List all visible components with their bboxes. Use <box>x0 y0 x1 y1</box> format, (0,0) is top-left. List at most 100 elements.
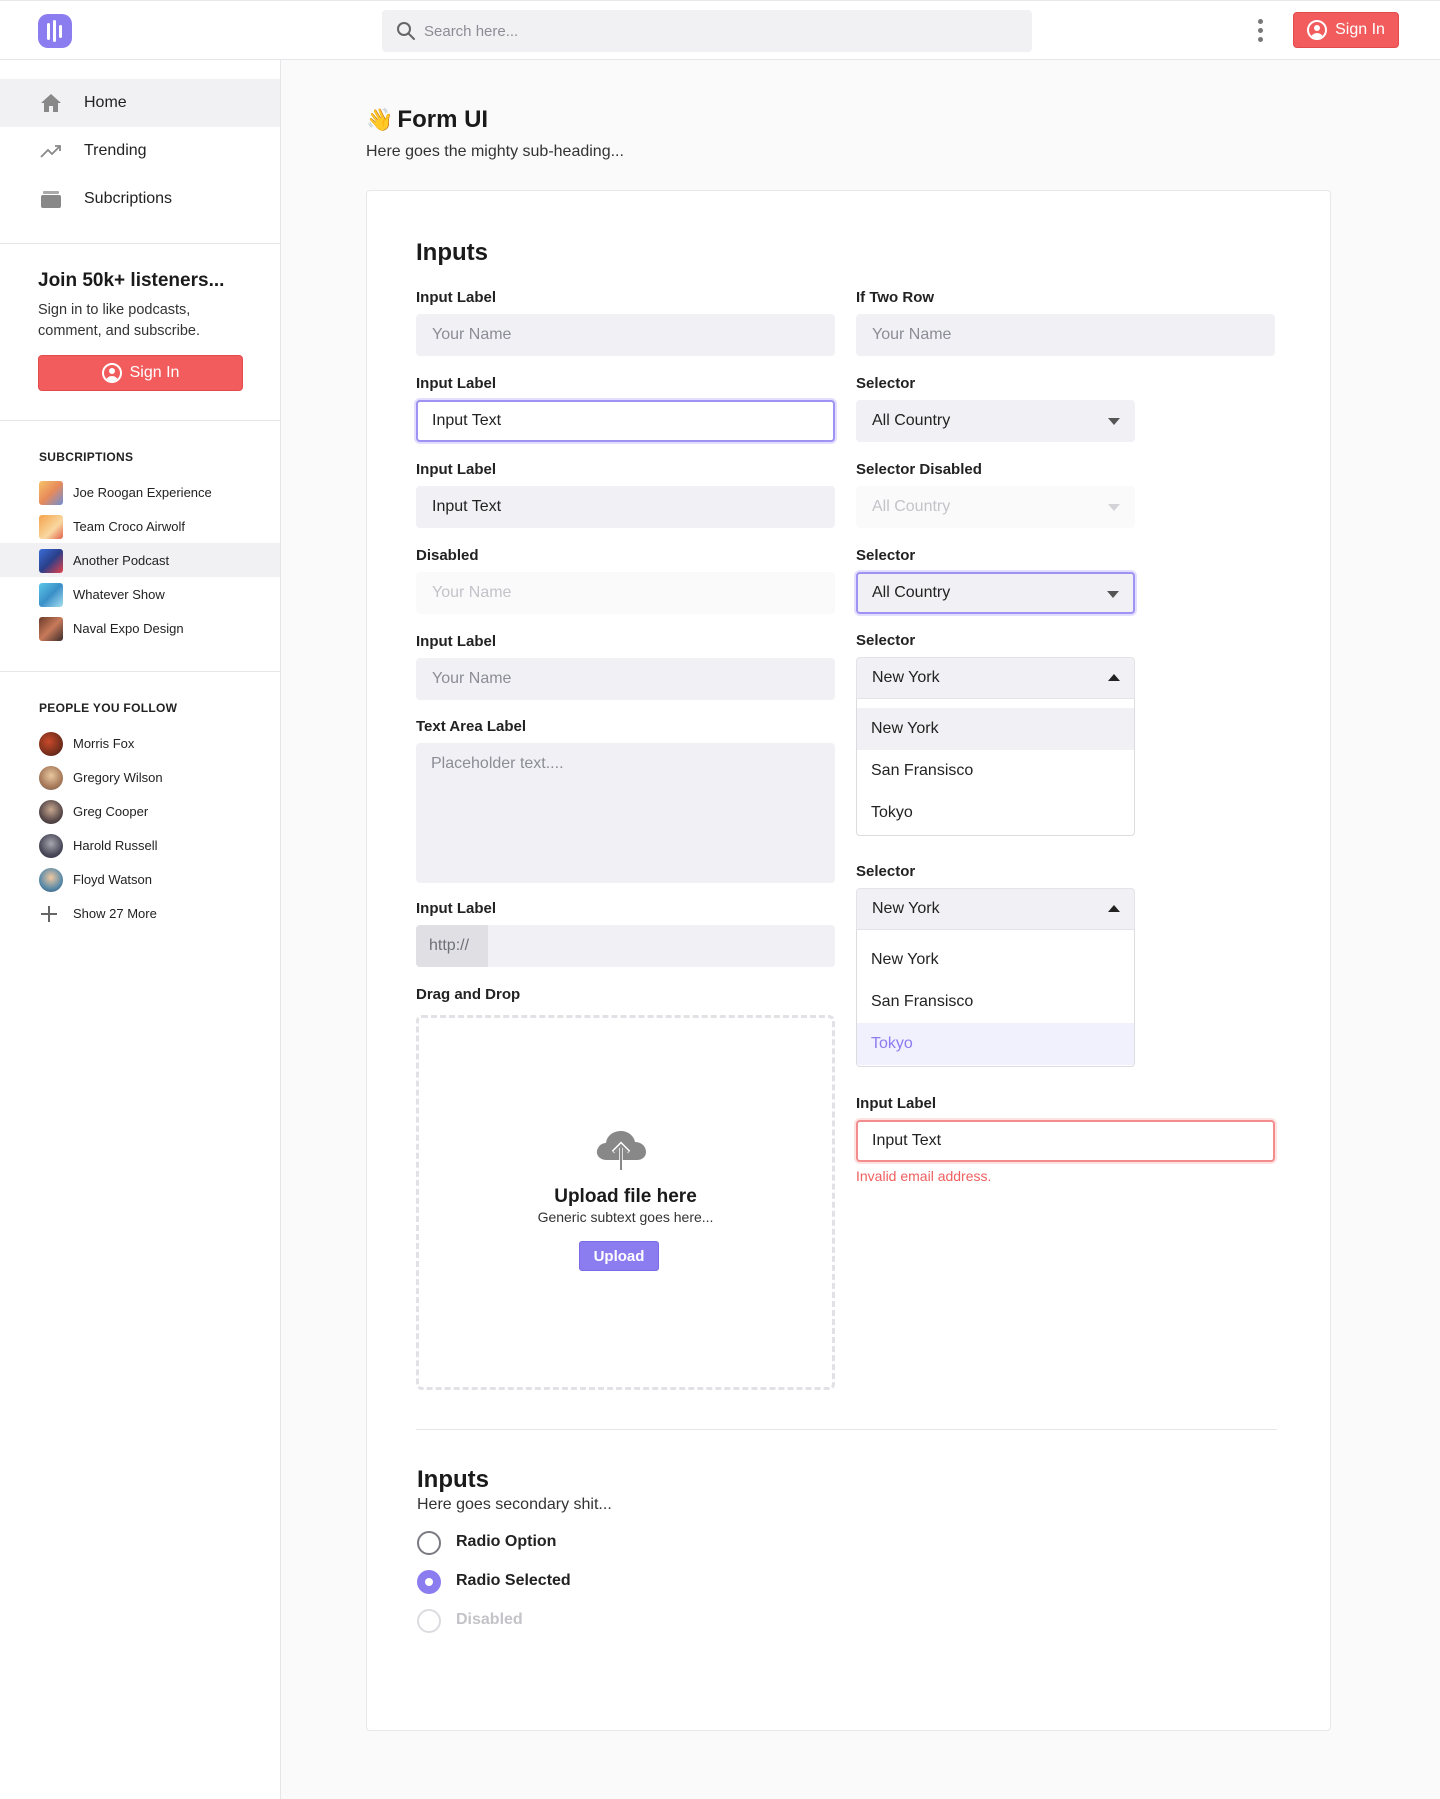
country-selector[interactable]: All Country <box>856 400 1135 442</box>
sidebar-divider <box>0 671 280 672</box>
textarea-label: Text Area Label <box>416 718 527 735</box>
subscription-item[interactable]: Whatever Show <box>0 577 280 611</box>
page-subtitle: Here goes the mighty sub-heading... <box>366 143 624 160</box>
person-label: Gregory Wilson <box>73 769 163 785</box>
disabled-input <box>416 572 835 614</box>
input-label: Input Label <box>856 1095 936 1112</box>
sidebar-item-subscriptions[interactable]: Subcriptions <box>0 175 280 223</box>
header-signin-label: Sign In <box>1335 21 1385 38</box>
app-logo[interactable] <box>38 14 72 48</box>
user-icon <box>101 363 122 383</box>
url-input-group: http:// <box>416 925 835 967</box>
page-title-text: Form UI <box>397 106 489 133</box>
chevron-down-icon <box>1108 418 1120 425</box>
podcast-thumbnail <box>39 549 63 573</box>
show-more-label: Show 27 More <box>73 905 157 921</box>
selector-label: Selector <box>856 863 916 880</box>
url-input[interactable] <box>488 925 834 967</box>
avatar <box>39 868 63 892</box>
subscription-item[interactable]: Naval Expo Design <box>0 611 280 645</box>
header-signin-button[interactable]: Sign In <box>1293 12 1399 48</box>
section-title: Inputs <box>416 239 488 266</box>
selector-value: All Country <box>872 584 951 601</box>
city-selector-open-2[interactable]: New York <box>856 888 1135 930</box>
input-label: Input Label <box>416 900 496 917</box>
avatar <box>39 732 63 756</box>
text-area[interactable] <box>416 743 835 883</box>
avatar <box>39 800 63 824</box>
city-selector-open[interactable]: New York <box>856 657 1135 699</box>
input-label: Input Label <box>416 375 496 392</box>
sidebar-item-label: Home <box>84 94 127 111</box>
input-label: Disabled <box>416 547 479 564</box>
second-row-name-input[interactable] <box>856 314 1275 356</box>
chevron-down-icon <box>1108 504 1120 511</box>
error-text-input[interactable] <box>856 1120 1275 1162</box>
focused-text-input[interactable] <box>416 400 835 442</box>
people-heading: PEOPLE YOU FOLLOW <box>39 701 178 715</box>
person-item[interactable]: Harold Russell <box>0 828 280 862</box>
subscription-label: Another Podcast <box>73 552 170 568</box>
subscription-item[interactable]: Team Croco Airwolf <box>0 509 280 543</box>
form-card: Inputs Input Label Input Label Input Lab… <box>366 190 1331 1731</box>
podcast-thumbnail <box>39 583 63 607</box>
input-label: Input Label <box>416 633 496 650</box>
sidebar: Home Trending Subcriptions Join 50k+ lis… <box>0 60 281 1799</box>
join-text: Sign in to like podcasts, comment, and s… <box>38 302 200 339</box>
person-item[interactable]: Gregory Wilson <box>0 760 280 794</box>
name-input[interactable] <box>416 314 835 356</box>
selector-label: Selector <box>856 632 916 649</box>
selector-label: Selector Disabled <box>856 461 982 478</box>
upload-subtext: Generic subtext goes here... <box>537 1209 714 1225</box>
sidebar-item-home[interactable]: Home <box>0 79 280 127</box>
dropdown-option[interactable]: New York <box>857 708 1134 750</box>
podcast-thumbnail <box>39 617 63 641</box>
dnd-label: Drag and Drop <box>416 986 521 1003</box>
subscription-item[interactable]: Joe Roogan Experience <box>0 475 280 509</box>
waving-hand-icon: 👋 <box>366 107 394 132</box>
person-item[interactable]: Morris Fox <box>0 726 280 760</box>
country-selector-focused[interactable]: All Country <box>856 572 1135 614</box>
url-prefix: http:// <box>416 925 488 967</box>
podcast-thumbnail <box>39 515 63 539</box>
person-label: Floyd Watson <box>73 871 152 887</box>
drag-drop-zone[interactable]: Upload file here Generic subtext goes he… <box>416 1015 835 1390</box>
sidebar-signin-label: Sign In <box>129 364 180 381</box>
search-input[interactable] <box>424 10 1014 52</box>
selector-value: New York <box>872 900 940 917</box>
city-dropdown-2: New York San Fransisco Tokyo <box>856 930 1135 1067</box>
person-label: Harold Russell <box>73 837 158 853</box>
search-bar[interactable] <box>382 10 1032 52</box>
radio-label: Radio Selected <box>456 1572 571 1589</box>
section-subtitle: Here goes secondary shit... <box>417 1496 612 1513</box>
section-title: Inputs <box>417 1466 489 1493</box>
subscription-label: Joe Roogan Experience <box>73 484 212 500</box>
sidebar-item-label: Subcriptions <box>84 190 173 207</box>
radio-selected[interactable] <box>417 1570 441 1594</box>
person-item[interactable]: Floyd Watson <box>0 862 280 896</box>
show-more-button[interactable]: Show 27 More <box>0 896 280 930</box>
dropdown-option-selected[interactable]: Tokyo <box>857 1023 1134 1065</box>
dropdown-option[interactable]: Tokyo <box>857 792 1134 834</box>
dropdown-option[interactable]: San Fransisco <box>857 750 1134 792</box>
input-label: Input Label <box>416 289 496 306</box>
selector-value: All Country <box>872 412 951 429</box>
subscription-item[interactable]: Another Podcast <box>0 543 280 577</box>
upload-title: Upload file here <box>554 1186 697 1207</box>
country-selector-disabled: All Country <box>856 486 1135 528</box>
radio-label: Radio Option <box>456 1533 557 1550</box>
chevron-up-icon <box>1108 905 1120 912</box>
dropdown-option[interactable]: New York <box>857 939 1134 981</box>
more-options-icon[interactable] <box>1254 19 1266 43</box>
person-item[interactable]: Greg Cooper <box>0 794 280 828</box>
dropdown-option[interactable]: San Fransisco <box>857 981 1134 1023</box>
sidebar-signin-button[interactable]: Sign In <box>38 355 243 391</box>
sidebar-item-trending[interactable]: Trending <box>0 127 280 175</box>
radio-option[interactable] <box>417 1531 441 1555</box>
city-dropdown: New York San Fransisco Tokyo <box>856 699 1135 836</box>
avatar <box>39 766 63 790</box>
upload-button[interactable]: Upload <box>579 1241 659 1271</box>
filled-text-input[interactable] <box>416 486 835 528</box>
name-input-2[interactable] <box>416 658 835 700</box>
subscription-label: Whatever Show <box>73 586 165 602</box>
